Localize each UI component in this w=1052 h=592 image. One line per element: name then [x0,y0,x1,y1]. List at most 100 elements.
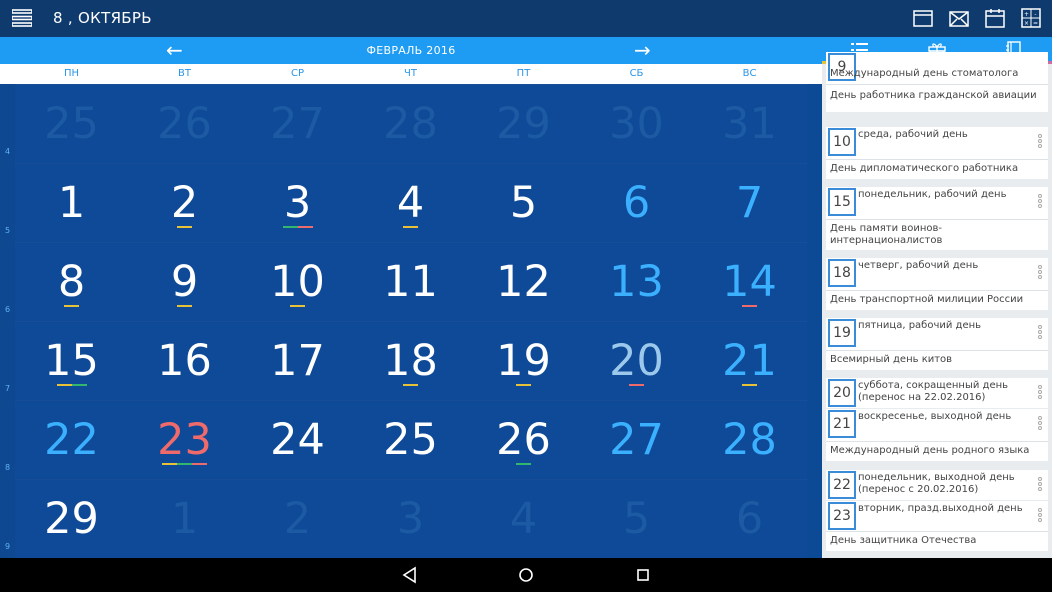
event-marker [282,226,298,228]
day-number: 31 [722,99,777,149]
day-cell[interactable]: 13 [580,243,693,322]
day-cell[interactable]: 17 [241,322,354,401]
home-icon[interactable] [517,566,535,584]
event-title[interactable]: День работника гражданской авиации [830,90,1044,102]
day-cell[interactable]: 27 [241,85,354,164]
current-date-title[interactable]: 8 , ОКТЯБРЬ [53,9,152,27]
day-cell[interactable]: 10 [241,243,354,322]
day-cell[interactable]: 1 [15,164,128,243]
more-options-icon[interactable] [1038,477,1042,492]
recents-icon[interactable] [634,566,652,584]
day-event-card[interactable]: 9 Международный день стоматолога День рабо… [826,52,1048,112]
day-cell[interactable]: 24 [241,401,354,480]
day-cell[interactable]: 25 [354,401,467,480]
event-marker [177,305,192,307]
event-title[interactable]: День дипломатического работника [830,163,1044,175]
card-divider [826,84,1048,85]
day-cell[interactable]: 30 [580,85,693,164]
day-event-card[interactable]: 15 понедельник, рабочий день День памяти в… [826,187,1048,250]
calendar-icon[interactable] [984,7,1006,29]
day-cell[interactable]: 26 [467,401,580,480]
day-cell[interactable]: 28 [354,85,467,164]
event-marker [56,384,72,386]
day-cell[interactable]: 2 [128,164,241,243]
day-cell[interactable]: 15 [15,322,128,401]
event-title[interactable]: Международный день стоматолога [830,68,1044,80]
day-number: 27 [609,415,664,465]
day-cell[interactable]: 29 [467,85,580,164]
day-cell[interactable]: 5 [580,480,693,559]
day-cell[interactable]: 16 [128,322,241,401]
event-markers [128,226,241,228]
event-title[interactable]: День транспортной милиции России [830,294,1044,306]
week-number: 7 [5,384,11,393]
day-cell[interactable]: 19 [467,322,580,401]
more-options-icon[interactable] [1038,508,1042,523]
event-title[interactable]: Всемирный день китов [830,354,1044,366]
week-number: 8 [5,463,11,472]
day-event-card[interactable]: 21 воскресенье, выходной день Международны… [826,409,1048,461]
events-list[interactable]: 9 Международный день стоматолога День рабо… [822,52,1052,558]
day-number: 4 [509,494,538,544]
envelope-icon[interactable] [948,7,970,29]
day-event-card[interactable]: 23 вторник, празд.выходной день День защит… [826,501,1048,551]
more-options-icon[interactable] [1038,416,1042,431]
day-type-text: вторник, празд.выходной день [858,503,1023,514]
next-month-button[interactable]: → [634,39,651,61]
day-cell[interactable]: 14 [693,243,806,322]
day-cell[interactable]: 7 [693,164,806,243]
day-cell[interactable]: 5 [467,164,580,243]
day-cell[interactable]: 12 [467,243,580,322]
day-cell[interactable]: 11 [354,243,467,322]
day-cell[interactable]: 20 [580,322,693,401]
more-options-icon[interactable] [1038,325,1042,340]
day-cell[interactable]: 22 [15,401,128,480]
folder-icon[interactable] [912,7,934,29]
event-markers [241,305,354,307]
day-cell[interactable]: 26 [128,85,241,164]
day-event-card[interactable]: 20 суббота, сокращенный день (перенос на … [826,378,1048,408]
day-cell[interactable]: 23 [128,401,241,480]
day-cell[interactable]: 25 [15,85,128,164]
more-options-icon[interactable] [1038,265,1042,280]
event-markers [15,384,128,386]
day-number: 14 [722,257,777,307]
day-cell[interactable]: 18 [354,322,467,401]
more-options-icon[interactable] [1038,385,1042,400]
day-cell[interactable]: 6 [580,164,693,243]
day-cell[interactable]: 31 [693,85,806,164]
hamburger-icon[interactable] [12,9,32,27]
day-number: 25 [44,99,99,149]
back-icon[interactable] [401,566,419,584]
more-options-icon[interactable] [1038,134,1042,149]
more-options-icon[interactable] [1038,194,1042,209]
day-cell[interactable]: 9 [128,243,241,322]
day-number: 28 [383,99,438,149]
event-title[interactable]: Международный день родного языка [830,445,1044,457]
weekday-label: СР [290,68,304,79]
week-number: 4 [5,147,11,156]
day-cell[interactable]: 21 [693,322,806,401]
day-event-card[interactable]: 10 среда, рабочий день День дипломатическо… [826,127,1048,179]
day-type-text: понедельник, выходной день (перенос с 20… [858,472,1015,495]
day-cell[interactable]: 3 [241,164,354,243]
day-cell[interactable]: 4 [467,480,580,559]
day-cell[interactable]: 4 [354,164,467,243]
day-event-card[interactable]: 19 пятница, рабочий день Всемирный день ки… [826,318,1048,370]
event-markers [693,384,806,386]
day-cell[interactable]: 2 [241,480,354,559]
day-number: 23 [157,415,212,465]
event-title[interactable]: День защитника Отечества [830,535,1044,547]
calculator-icon[interactable]: + -× = [1020,7,1042,29]
day-cell[interactable]: 8 [15,243,128,322]
day-cell[interactable]: 6 [693,480,806,559]
day-cell[interactable]: 3 [354,480,467,559]
day-event-card[interactable]: 18 четверг, рабочий день День транспортной… [826,258,1048,310]
event-markers [354,226,467,228]
event-title[interactable]: День памяти воинов-интернационалистов [830,223,1044,247]
day-cell[interactable]: 29 [15,480,128,559]
day-cell[interactable]: 1 [128,480,241,559]
day-cell[interactable]: 27 [580,401,693,480]
day-event-card[interactable]: 22 понедельник, выходной день (перенос с … [826,470,1048,500]
day-cell[interactable]: 28 [693,401,806,480]
